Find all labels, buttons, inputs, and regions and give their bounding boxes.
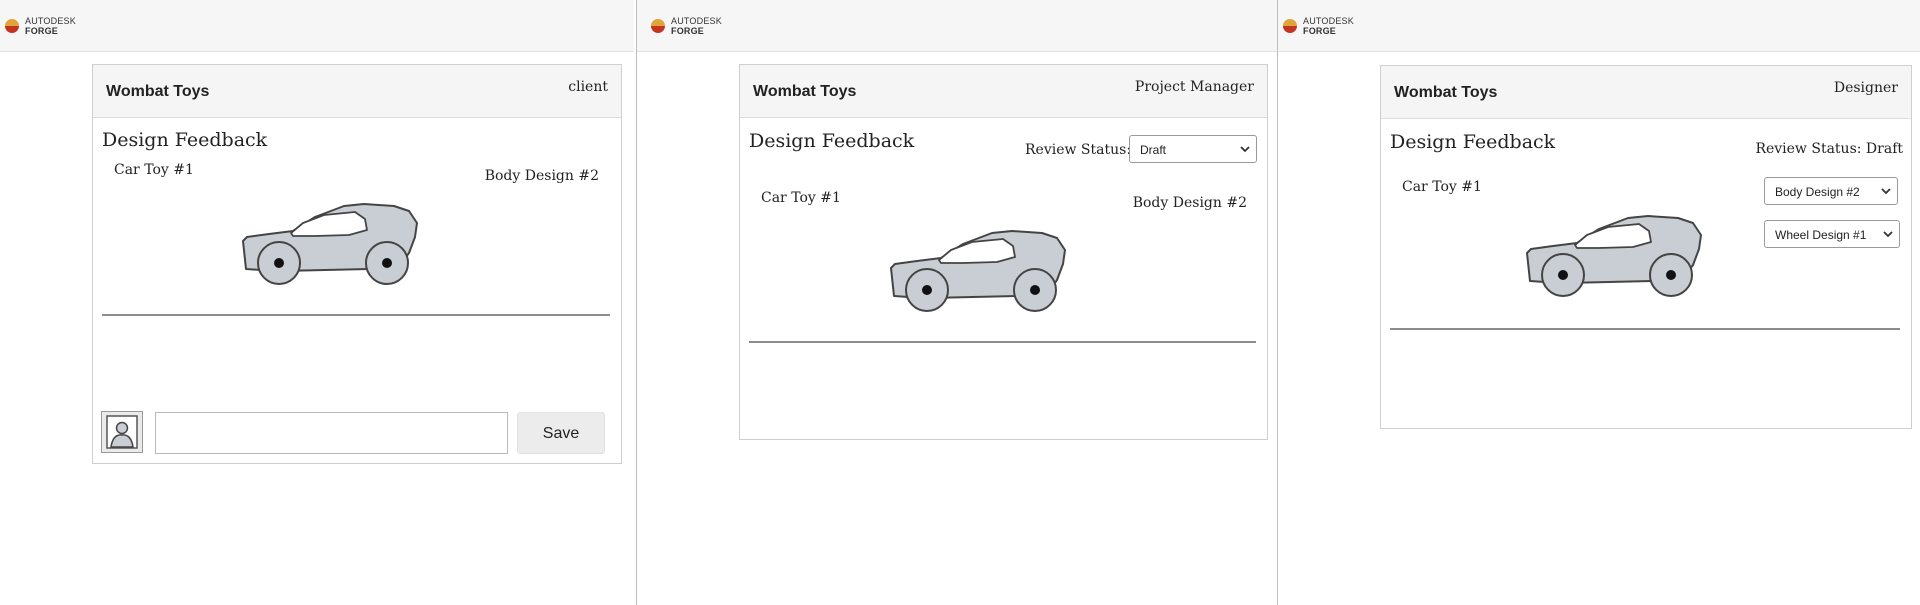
design-feedback-title: Design Feedback: [1390, 131, 1556, 153]
user-role: Designer: [1833, 80, 1898, 96]
chevron-down-icon: [1881, 188, 1891, 194]
save-button[interactable]: Save: [517, 412, 605, 454]
client-panel: AUTODESK FORGE Wombat Toys client Design…: [0, 0, 634, 605]
review-status-value: Draft: [1140, 143, 1167, 157]
project-manager-panel: AUTODESK FORGE Wombat Toys Project Manag…: [636, 0, 1277, 605]
body-design-label: Body Design #2: [484, 168, 599, 184]
top-bar: AUTODESK FORGE: [1278, 0, 1920, 52]
top-bar: AUTODESK FORGE: [637, 0, 1277, 52]
designer-panel: AUTODESK FORGE Wombat Toys Designer Desi…: [1277, 0, 1920, 605]
card-header: Wombat Toys client: [93, 65, 621, 118]
logo-line1: AUTODESK: [671, 16, 722, 26]
chevron-down-icon: [1240, 146, 1250, 152]
feedback-card: Wombat Toys Project Manager Design Feedb…: [739, 64, 1268, 440]
project-name: Car Toy #1: [114, 162, 194, 178]
design-feedback-title: Design Feedback: [102, 129, 268, 151]
logo-line2: FORGE: [1303, 26, 1337, 36]
user-avatar-icon: [106, 415, 138, 449]
divider: [749, 341, 1256, 343]
project-name: Car Toy #1: [1402, 179, 1482, 195]
logo-line1: AUTODESK: [25, 16, 76, 26]
car-toy-image: [242, 203, 418, 285]
top-bar: AUTODESK FORGE: [0, 0, 634, 52]
user-role: client: [568, 79, 608, 95]
company-name: Wombat Toys: [106, 83, 210, 100]
user-avatar: [101, 411, 143, 453]
body-design-select[interactable]: Body Design #2: [1764, 177, 1898, 205]
comment-input[interactable]: [155, 412, 508, 454]
forge-logo-icon: [5, 19, 19, 33]
autodesk-forge-logo: AUTODESK FORGE: [1282, 16, 1354, 36]
divider: [102, 314, 610, 316]
chevron-down-icon: [1883, 231, 1893, 237]
body-design-select-value: Body Design #2: [1775, 185, 1860, 199]
company-name: Wombat Toys: [753, 83, 857, 100]
body-design-label: Body Design #2: [1132, 195, 1247, 211]
car-toy-image: [1526, 215, 1702, 297]
wheel-design-select-value: Wheel Design #1: [1775, 228, 1867, 242]
feedback-card: Wombat Toys Designer Design Feedback Rev…: [1380, 65, 1912, 429]
feedback-card: Wombat Toys client Design Feedback Car T…: [92, 64, 622, 464]
forge-logo-icon: [1283, 19, 1297, 33]
car-toy-image: [890, 230, 1066, 312]
forge-logo-icon: [651, 19, 665, 33]
user-role: Project Manager: [1134, 79, 1254, 95]
company-name: Wombat Toys: [1394, 84, 1498, 101]
autodesk-forge-logo: AUTODESK FORGE: [650, 16, 722, 36]
logo-line2: FORGE: [671, 26, 705, 36]
logo-line1: AUTODESK: [1303, 16, 1354, 26]
review-status-select[interactable]: Draft: [1129, 135, 1257, 163]
autodesk-forge-logo: AUTODESK FORGE: [4, 16, 76, 36]
wheel-design-select[interactable]: Wheel Design #1: [1764, 220, 1900, 248]
design-feedback-title: Design Feedback: [749, 130, 915, 152]
logo-line2: FORGE: [25, 26, 59, 36]
project-name: Car Toy #1: [761, 190, 841, 206]
card-header: Wombat Toys Designer: [1381, 66, 1911, 119]
review-status-label: Review Status:: [1025, 142, 1132, 158]
card-header: Wombat Toys Project Manager: [740, 65, 1267, 118]
divider: [1390, 328, 1900, 330]
review-status-text: Review Status: Draft: [1755, 141, 1903, 157]
